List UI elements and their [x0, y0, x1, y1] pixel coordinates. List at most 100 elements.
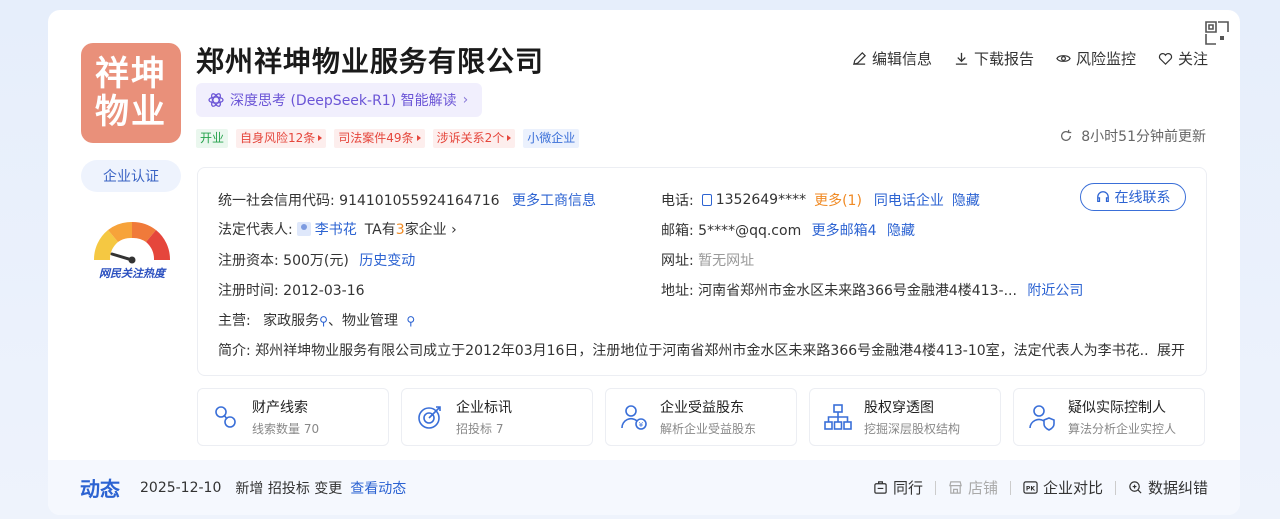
- feature-subtitle: 线索数量 70: [252, 422, 320, 436]
- feature-bidding[interactable]: 企业标讯 招投标 7: [401, 388, 593, 446]
- pk-icon: PK: [1023, 481, 1038, 494]
- org-chart-icon: [824, 404, 852, 430]
- edit-info-button[interactable]: 编辑信息: [852, 48, 932, 69]
- business-row: 主营: 家政服务⚲、物业管理 ⚲: [218, 310, 415, 330]
- update-status[interactable]: 8小时51分钟前更新: [1059, 126, 1206, 146]
- email-row: 邮箱: 5****@qq.com 更多邮箱4 隐藏: [661, 220, 915, 240]
- expand-button[interactable]: 展开 ⌄: [1157, 343, 1188, 359]
- risk-monitor-button[interactable]: 风险监控: [1056, 48, 1136, 69]
- feature-subtitle: 解析企业受益股东: [660, 422, 757, 436]
- compare-label: 企业对比: [1042, 479, 1103, 497]
- refresh-icon: [1061, 129, 1072, 141]
- update-time: 8小时51分钟前更新: [1081, 129, 1206, 145]
- feature-title: 企业标讯: [456, 400, 512, 416]
- company-logo: 祥坤 物业: [81, 43, 181, 143]
- follow-label: 关注: [1177, 50, 1208, 68]
- download-report-label: 下载报告: [973, 50, 1034, 68]
- feature-title: 财产线索: [252, 400, 308, 416]
- hide-phone-link[interactable]: 隐藏: [952, 190, 980, 210]
- website-value: 暂无网址: [698, 253, 755, 269]
- credit-code-label: 统一社会信用代码:: [218, 193, 335, 209]
- tag-scale: 小微企业: [523, 129, 580, 148]
- edit-info-label: 编辑信息: [871, 50, 932, 68]
- basic-info-panel: 统一社会信用代码: 914101055924164716 更多工商信息 法定代表…: [197, 167, 1207, 376]
- caret-right-icon: [416, 135, 421, 141]
- online-contact-button[interactable]: 在线联系: [1080, 183, 1186, 211]
- certification-badge[interactable]: 企业认证: [81, 160, 181, 192]
- caret-right-icon: [507, 135, 512, 141]
- credit-code-row: 统一社会信用代码: 914101055924164716 更多工商信息: [218, 190, 596, 210]
- download-icon: [955, 52, 968, 65]
- store-label: 店铺: [967, 479, 998, 497]
- headset-icon: [1096, 191, 1109, 202]
- intro-text: 郑州祥坤物业服务有限公司成立于2012年03月16日，注册地位于河南省郑州市金水…: [255, 343, 1149, 359]
- data-correct-icon: [1129, 481, 1142, 494]
- email-value: 5****@qq.com: [698, 223, 802, 239]
- capital-row: 注册资本: 500万(元) 历史变动: [218, 250, 415, 270]
- phone-icon: [701, 194, 712, 206]
- heart-icon: [1158, 53, 1173, 65]
- address-value: 河南省郑州市金水区未来路366号金融港4楼413-...: [698, 283, 1017, 299]
- feature-beneficiaries[interactable]: ¥ 企业受益股东 解析企业受益股东: [605, 388, 797, 446]
- eye-icon: [1056, 55, 1071, 62]
- qr-code-icon[interactable]: [1204, 20, 1230, 46]
- feature-equity-chart[interactable]: 股权穿透图 挖掘深层股权结构: [809, 388, 1001, 446]
- beneficiary-icon: ¥: [621, 405, 647, 430]
- legal-rep-link[interactable]: 李书花: [315, 219, 357, 239]
- svg-text:PK: PK: [1026, 485, 1035, 492]
- dynamics-title: 动态: [80, 477, 120, 501]
- address-row: 地址: 河南省郑州市金水区未来路366号金融港4楼413-... 附近公司: [661, 280, 1083, 300]
- peer-button[interactable]: 同行: [861, 477, 935, 498]
- heat-label: 网民关注热度: [99, 267, 165, 280]
- coins-icon: [215, 406, 236, 428]
- same-phone-companies-link[interactable]: 同电话企业: [874, 190, 944, 210]
- tag-status: 开业: [196, 129, 229, 148]
- credit-code-value: 914101055924164716: [339, 193, 500, 209]
- store-button[interactable]: 店铺: [936, 477, 1010, 498]
- feature-property-clues[interactable]: 财产线索线索数量 70: [197, 388, 389, 446]
- feature-subtitle: 算法分析企业实控人: [1068, 422, 1177, 436]
- website-row: 网址: 暂无网址: [661, 250, 754, 270]
- feature-actual-controller[interactable]: 疑似实际控制人 算法分析企业实控人: [1013, 388, 1205, 446]
- status-tags: 开业 自身风险12条 司法案件49条 涉诉关系2个 小微企业: [196, 129, 580, 148]
- ai-analysis-label: 深度思考 (DeepSeek-R1) 智能解读: [230, 93, 457, 109]
- header-actions: 编辑信息 下载报告 风险监控 关注: [852, 48, 1208, 69]
- controller-icon: [1029, 405, 1055, 431]
- view-dynamics-link[interactable]: 查看动态: [350, 478, 406, 498]
- hide-email-link[interactable]: 隐藏: [887, 223, 915, 239]
- feature-title: 疑似实际控制人: [1068, 400, 1166, 416]
- capital-label: 注册资本:: [218, 253, 279, 269]
- pencil-icon: [852, 52, 866, 65]
- tag-self-risk[interactable]: 自身风险12条: [236, 129, 327, 148]
- related-companies-link[interactable]: TA有3家企业 ›: [365, 219, 457, 239]
- compare-button[interactable]: PK 企业对比: [1011, 477, 1115, 498]
- address-label: 地址:: [661, 283, 694, 299]
- more-phones-link[interactable]: 更多(1): [814, 190, 862, 210]
- store-icon: [949, 481, 962, 494]
- search-icon[interactable]: ⚲: [406, 314, 415, 328]
- ai-analysis-button[interactable]: 深度思考 (DeepSeek-R1) 智能解读 ›: [196, 83, 483, 117]
- feature-title: 企业受益股东: [660, 400, 744, 416]
- svg-text:¥: ¥: [639, 421, 644, 429]
- capital-value: 500万(元): [283, 253, 349, 269]
- risk-monitor-label: 风险监控: [1075, 50, 1136, 68]
- bottom-tools: 同行 店铺 PK 企业对比 数据纠错: [861, 460, 1208, 515]
- business-item-property[interactable]: 、物业管理: [328, 313, 398, 329]
- more-business-info-link[interactable]: 更多工商信息: [512, 193, 596, 209]
- feature-cards: 财产线索线索数量 70 企业标讯 招投标 7 ¥ 企业受益股东 解析企业受益股东: [197, 388, 1205, 446]
- dynamics-date: 2025-12-10: [140, 479, 222, 496]
- tag-litigation[interactable]: 涉诉关系2个: [432, 129, 516, 148]
- correct-data-button[interactable]: 数据纠错: [1116, 477, 1208, 498]
- history-change-link[interactable]: 历史变动: [359, 253, 415, 269]
- correct-data-label: 数据纠错: [1147, 479, 1208, 497]
- logo-line-2: 物业: [95, 92, 167, 132]
- company-card: 祥坤 物业 企业认证 网民关注热度 郑州祥坤物业服务有限公司 深度思考 (Dee…: [48, 10, 1240, 515]
- nearby-companies-link[interactable]: 附近公司: [1027, 283, 1083, 299]
- download-report-button[interactable]: 下载报告: [954, 48, 1034, 69]
- tag-judicial-cases[interactable]: 司法案件49条: [334, 129, 425, 148]
- target-icon: [418, 406, 441, 429]
- search-icon[interactable]: ⚲: [319, 314, 328, 328]
- follow-button[interactable]: 关注: [1158, 48, 1208, 69]
- business-item-housekeeping[interactable]: 家政服务: [263, 313, 319, 329]
- more-emails-link[interactable]: 更多邮箱4: [812, 223, 877, 239]
